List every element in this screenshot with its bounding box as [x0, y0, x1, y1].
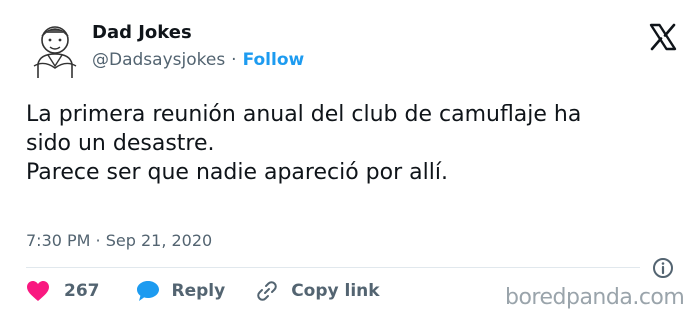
author-handle[interactable]: @Dadsaysjokes: [92, 50, 225, 70]
like-button[interactable]: 267: [26, 280, 100, 302]
author-handle-row: @Dadsaysjokes · Follow: [92, 50, 304, 70]
tweet-line: Parece ser que nadie apareció por allí.: [26, 160, 448, 185]
avatar[interactable]: [24, 20, 86, 78]
follow-button[interactable]: Follow: [243, 50, 305, 70]
like-count: 267: [64, 281, 100, 301]
tweet-line: sido un desastre.: [26, 131, 215, 156]
x-logo-icon[interactable]: [648, 22, 678, 52]
watermark: boredpanda.com: [505, 285, 685, 310]
copy-link-button[interactable]: Copy link: [255, 279, 380, 303]
separator-dot: ·: [231, 50, 237, 70]
copy-link-label: Copy link: [291, 281, 380, 301]
reply-button[interactable]: Reply: [136, 280, 226, 302]
info-icon[interactable]: [651, 256, 675, 280]
link-icon: [257, 281, 277, 301]
heart-icon: [27, 281, 49, 301]
author-name[interactable]: Dad Jokes: [92, 22, 192, 43]
tweet-line: La primera reunión anual del club de cam…: [26, 102, 582, 127]
tweet-text: La primera reunión anual del club de cam…: [26, 100, 676, 187]
reply-bubble-icon: [136, 281, 159, 301]
reply-label: Reply: [171, 281, 226, 301]
tweet-timestamp[interactable]: 7:30 PM · Sep 21, 2020: [26, 231, 212, 250]
action-bar: 267 Reply Copy link: [26, 279, 380, 303]
divider: [26, 267, 640, 268]
